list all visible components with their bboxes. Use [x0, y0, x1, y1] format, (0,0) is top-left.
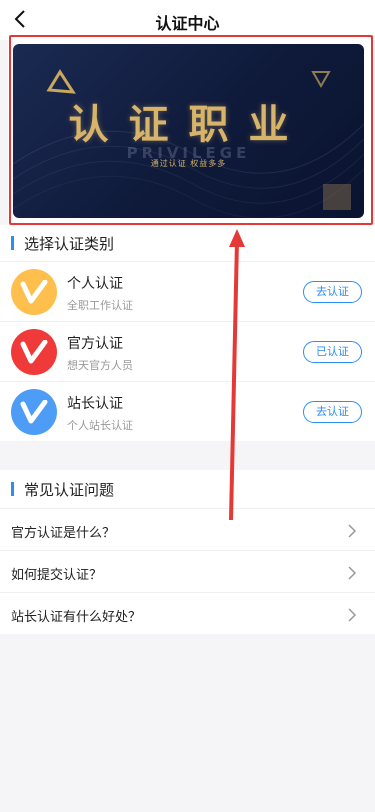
faq-section-header: 常见认证问题	[0, 470, 375, 508]
v-logo-icon	[11, 389, 57, 435]
banner-subtitle: 通过认证 权益多多	[150, 159, 227, 168]
category-title: 官方认证	[67, 336, 123, 352]
page-title: 认证中心	[155, 14, 220, 33]
triangle-icon	[311, 71, 331, 89]
banner-title: 认证职业	[68, 101, 309, 148]
category-title: 个人认证	[67, 276, 123, 292]
faq-item[interactable]: 站长认证有什么好处？	[0, 592, 375, 634]
category-row-official[interactable]: 官方认证 想天官方人员 已认证	[0, 321, 375, 381]
section-title: 常见认证问题	[24, 481, 115, 499]
v-logo-icon	[11, 329, 57, 375]
chevron-right-icon	[348, 524, 357, 538]
category-subtitle: 个人站长认证	[67, 419, 133, 432]
category-row-webmaster[interactable]: 站长认证 个人站长认证 去认证	[0, 381, 375, 441]
section-title: 选择认证类别	[24, 235, 115, 253]
chevron-right-icon	[348, 608, 357, 622]
categories-section-header: 选择认证类别	[0, 225, 375, 261]
faq-question: 官方认证是什么？	[11, 526, 116, 541]
category-row-personal[interactable]: 个人认证 全职工作认证 去认证	[0, 261, 375, 321]
certify-button[interactable]: 去认证	[303, 281, 362, 303]
faq-item[interactable]: 官方认证是什么？	[0, 508, 375, 550]
certification-banner[interactable]: 认证职业 PRIVILEGE 通过认证 权益多多	[13, 44, 364, 218]
header-bar: 认证中心	[0, 0, 375, 40]
certified-button[interactable]: 已认证	[303, 341, 362, 363]
category-subtitle: 想天官方人员	[67, 359, 133, 372]
faq-question: 如何提交认证？	[11, 568, 103, 583]
triangle-icon	[46, 69, 76, 94]
faq-item[interactable]: 如何提交认证？	[0, 550, 375, 592]
certify-button[interactable]: 去认证	[303, 401, 362, 423]
section-accent-bar	[11, 236, 14, 250]
category-subtitle: 全职工作认证	[67, 299, 133, 312]
section-accent-bar	[11, 482, 14, 496]
v-logo-icon	[11, 269, 57, 315]
faq-question: 站长认证有什么好处？	[11, 610, 142, 625]
chevron-right-icon	[348, 566, 357, 580]
category-title: 站长认证	[67, 396, 123, 412]
